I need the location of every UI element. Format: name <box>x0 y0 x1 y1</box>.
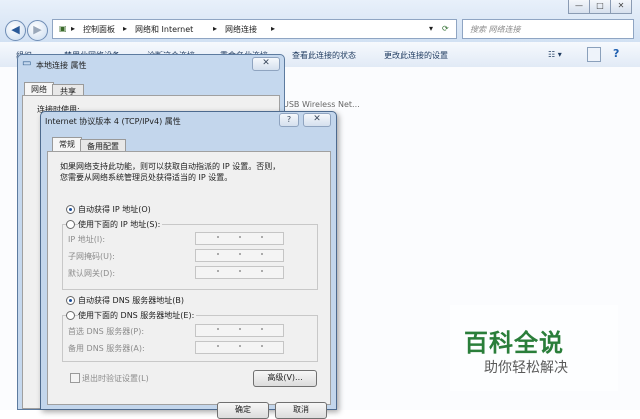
watermark-subtitle: 助你轻松解决 <box>484 360 568 376</box>
chevron-right-icon: ▸ <box>271 24 276 33</box>
breadcrumb-network-connections[interactable]: 网络连接 <box>225 24 257 35</box>
auto-dns-label[interactable]: 自动获得 DNS 服务器地址(B) <box>78 295 184 306</box>
manual-dns-label[interactable]: 使用下面的 DNS 服务器地址(E): <box>78 310 197 321</box>
chevron-right-icon: ▸ <box>71 24 76 33</box>
help-icon[interactable]: ? <box>613 47 619 60</box>
preferred-dns-field[interactable] <box>195 324 284 337</box>
auto-ip-radio[interactable] <box>66 205 75 214</box>
view-options-icon[interactable]: ☷ ▾ <box>548 50 562 59</box>
change-settings-button[interactable]: 更改此连接的设置 <box>384 50 448 61</box>
auto-dns-radio[interactable] <box>66 296 75 305</box>
validate-label: 退出时验证设置(L) <box>82 374 149 383</box>
dialog-title: Internet 协议版本 4 (TCP/IPv4) 属性 <box>45 117 181 126</box>
chevron-right-icon: ▸ <box>123 24 128 33</box>
tcpip-properties-dialog: Internet 协议版本 4 (TCP/IPv4) 属性 ? ✕ 常规 备用配… <box>40 111 337 419</box>
description-line-2: 您需要从网络系统管理员处获得适当的 IP 设置。 <box>60 173 233 182</box>
gateway-label: 默认网关(D): <box>68 269 116 278</box>
ip-address-label: IP 地址(I): <box>68 235 106 244</box>
subnet-mask-field[interactable] <box>195 249 284 262</box>
address-dropdown-icon[interactable]: ▾ <box>429 24 433 33</box>
cancel-button[interactable]: 取消 <box>275 402 327 419</box>
manual-ip-label[interactable]: 使用下面的 IP 地址(S): <box>78 219 163 230</box>
validate-checkbox[interactable] <box>70 373 80 383</box>
subnet-mask-label: 子网掩码(U): <box>68 252 115 261</box>
chevron-right-icon: ▸ <box>213 24 218 33</box>
minimize-button[interactable]: — <box>568 0 590 14</box>
search-placeholder: 搜索 网络连接 <box>470 25 521 34</box>
network-adapter-icon: ▭ <box>22 58 32 69</box>
preferred-dns-label: 首选 DNS 服务器(P): <box>68 327 145 336</box>
general-tab-panel: 如果网络支持此功能，则可以获取自动指派的 IP 设置。否则， 您需要从网络系统管… <box>47 151 331 405</box>
maximize-button[interactable]: □ <box>589 0 611 14</box>
back-arrow-icon[interactable]: ◀ <box>5 20 26 41</box>
alternate-dns-field[interactable] <box>195 341 284 354</box>
ok-button[interactable]: 确定 <box>217 402 269 419</box>
auto-ip-label[interactable]: 自动获得 IP 地址(O) <box>78 204 151 215</box>
description-line-1: 如果网络支持此功能，则可以获取自动指派的 IP 设置。否则， <box>60 162 281 171</box>
advanced-button[interactable]: 高级(V)... <box>253 370 317 387</box>
close-button[interactable]: ✕ <box>252 57 280 71</box>
close-window-button[interactable]: ✕ <box>610 0 632 14</box>
preview-pane-icon[interactable] <box>587 47 601 62</box>
gateway-field[interactable] <box>195 266 284 279</box>
breadcrumb-control-panel[interactable]: 控制面板 <box>83 24 115 35</box>
close-button[interactable]: ✕ <box>303 113 331 127</box>
ip-address-field[interactable] <box>195 232 284 245</box>
dns-group <box>62 315 318 362</box>
alternate-dns-label: 备用 DNS 服务器(A): <box>68 344 145 353</box>
help-button[interactable]: ? <box>279 113 299 127</box>
watermark-title: 百科全说 <box>464 329 564 357</box>
dialog-title: 本地连接 属性 <box>36 61 87 70</box>
adapter-description: USB Wireless Net... <box>283 100 360 109</box>
watermark: 百科全说 助你轻松解决 <box>450 305 618 391</box>
breadcrumb-network-internet[interactable]: 网络和 Internet <box>135 24 193 35</box>
search-input[interactable]: 搜索 网络连接 <box>462 19 634 39</box>
manual-ip-radio[interactable] <box>66 220 75 229</box>
refresh-icon[interactable]: ⟳ <box>442 24 449 33</box>
address-field[interactable]: ▣ ▸ 控制面板 ▸ 网络和 Internet ▸ 网络连接 ▸ ▾ ⟳ <box>52 19 457 39</box>
control-panel-icon: ▣ <box>59 24 67 33</box>
view-status-button[interactable]: 查看此连接的状态 <box>292 50 356 61</box>
forward-arrow-icon[interactable]: ▶ <box>27 20 48 41</box>
manual-dns-radio[interactable] <box>66 311 75 320</box>
